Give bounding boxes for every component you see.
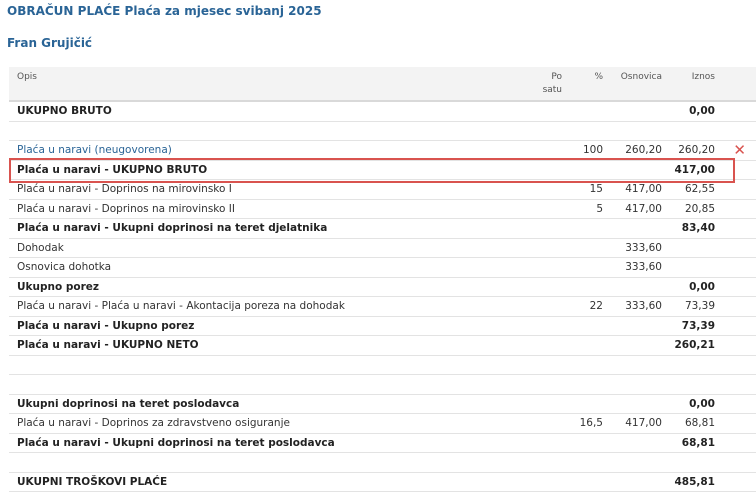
table-row: UKUPNI TROŠKOVI PLAĆE 485,81	[9, 473, 756, 492]
table-row: Plaća u naravi - Doprinos na mirovinsko …	[9, 200, 756, 219]
row-base: 333,60	[625, 241, 662, 254]
row-desc: Osnovica dohotka	[17, 261, 112, 273]
row-amount: 83,40	[681, 222, 715, 234]
row-amount: 485,81	[674, 475, 715, 488]
header-rate-line1: Po	[551, 72, 562, 82]
header-desc: Opis	[17, 72, 37, 82]
row-base: 333,60	[625, 300, 662, 312]
row-pct: 15	[589, 183, 603, 195]
row-base: 417,00	[625, 202, 662, 215]
blank-row	[9, 356, 756, 375]
row-desc: UKUPNI TROŠKOVI PLAĆE	[17, 475, 168, 488]
table-row: Osnovica dohotka 333,60	[9, 258, 756, 278]
row-desc: Plaća u naravi - Ukupni doprinosi na ter…	[17, 436, 335, 449]
header-pct: %	[594, 72, 603, 82]
row-base: 333,60	[625, 261, 662, 273]
blank-row	[9, 375, 756, 395]
header-rate: Po satu	[543, 72, 562, 95]
table-row: Plaća u naravi - UKUPNO BRUTO 417,00	[9, 161, 756, 180]
row-desc: Plaća u naravi - Doprinos na mirovinsko …	[17, 183, 232, 195]
row-pct: 5	[596, 202, 603, 215]
header-base: Osnovica	[620, 72, 662, 82]
row-base: 417,00	[625, 417, 662, 429]
row-desc: Plaća u naravi - UKUPNO NETO	[17, 339, 199, 351]
page-title: OBRAČUN PLAĆE Plaća za mjesec svibanj 20…	[7, 4, 322, 18]
table-row: Dohodak 333,60	[9, 239, 756, 258]
row-amount: 68,81	[684, 417, 715, 429]
table-row[interactable]: Plaća u naravi (neugovorena) 100 260,20 260…	[9, 141, 756, 161]
row-base: 417,00	[625, 183, 662, 195]
table-row: Plaća u naravi - Plaća u naravi - Akonta…	[9, 297, 756, 317]
table-row: Ukupni doprinosi na teret poslodavca 0,00	[9, 395, 756, 414]
row-pct: 100	[582, 144, 603, 156]
row-amount: 73,39	[681, 319, 715, 332]
employee-name: Fran Grujičić	[7, 36, 93, 50]
table-body: UKUPNO BRUTO 0,00 Plaća u naravi (neugovor…	[9, 102, 756, 492]
row-desc-link[interactable]: Plaća u naravi (neugovorena)	[17, 141, 172, 160]
row-amount: 68,81	[681, 436, 715, 449]
row-desc: Plaća u naravi - Doprinos na mirovinsko …	[17, 202, 235, 215]
row-desc: Plaća u naravi - Doprinos za zdravstveno…	[17, 417, 290, 429]
row-pct: 22	[589, 300, 603, 312]
blank-row	[9, 453, 756, 473]
row-amount: 73,39	[684, 300, 715, 312]
row-desc: Plaća u naravi - UKUPNO BRUTO	[17, 163, 208, 176]
row-desc: Plaća u naravi - Plaća u naravi - Akonta…	[17, 300, 345, 312]
row-desc: Plaća u naravi - Ukupno porez	[17, 319, 195, 332]
row-base: 260,20	[625, 144, 662, 156]
table-row: Plaća u naravi - Ukupni doprinosi na ter…	[9, 219, 756, 239]
table-row: Plaća u naravi - Doprinos na mirovinsko …	[9, 180, 756, 200]
row-amount: 417,00	[674, 163, 715, 176]
row-desc: UKUPNO BRUTO	[17, 105, 112, 117]
table-row: Ukupno porez 0,00	[9, 278, 756, 297]
row-amount: 0,00	[689, 397, 715, 410]
delete-row-icon[interactable]: ✕	[733, 142, 746, 158]
blank-row	[9, 122, 756, 141]
row-desc: Dohodak	[17, 241, 64, 254]
row-amount: 0,00	[689, 105, 715, 117]
row-amount: 260,20	[678, 144, 715, 156]
row-desc: Ukupno porez	[17, 280, 99, 293]
table-row: Plaća u naravi - UKUPNO NETO 260,21	[9, 336, 756, 356]
row-amount: 260,21	[674, 339, 715, 351]
table-header: Opis Po satu % Osnovica Iznos	[9, 67, 756, 102]
table-row: Plaća u naravi - Ukupni doprinosi na ter…	[9, 434, 756, 453]
table-row: UKUPNO BRUTO 0,00	[9, 102, 756, 122]
row-desc: Ukupni doprinosi na teret poslodavca	[17, 397, 240, 410]
row-pct: 16,5	[579, 417, 603, 429]
table-row: Plaća u naravi - Doprinos za zdravstveno…	[9, 414, 756, 434]
header-amount: Iznos	[691, 72, 715, 82]
table-row: Plaća u naravi - Ukupno porez 73,39	[9, 317, 756, 336]
row-amount: 62,55	[684, 183, 715, 195]
row-amount: 0,00	[689, 280, 715, 293]
row-amount: 20,85	[684, 202, 715, 215]
header-rate-line2: satu	[542, 85, 562, 95]
payroll-table: Opis Po satu % Osnovica Iznos UKUPNO BRU…	[9, 67, 756, 492]
row-desc: Plaća u naravi - Ukupni doprinosi na ter…	[17, 222, 328, 234]
